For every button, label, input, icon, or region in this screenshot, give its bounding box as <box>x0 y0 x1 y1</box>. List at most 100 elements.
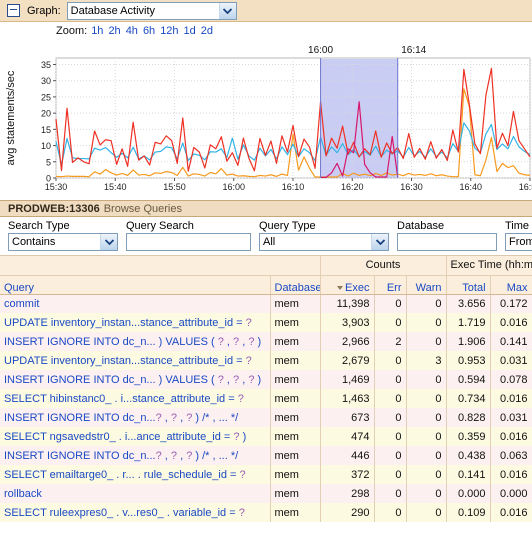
cell-exec: 474 <box>320 427 375 446</box>
zoom-link-2h[interactable]: 2h <box>108 25 120 37</box>
filter-field-2: Query Type All <box>259 220 389 251</box>
cell-query[interactable]: INSERT IGNORE INTO dc_n... ) VALUES ( ? … <box>0 332 271 351</box>
table-row[interactable]: SELECT ngsavedstr0_ . i...ance_attribute… <box>0 427 532 446</box>
zoom-link-6h[interactable]: 6h <box>143 25 155 37</box>
cell-max: 0.016 <box>490 503 532 522</box>
x-tick-label: 15:30 <box>45 182 68 192</box>
column-header-label: Warn <box>415 281 442 294</box>
y-tick-label: 25 <box>41 92 51 102</box>
column-header-database[interactable]: Database <box>270 275 321 295</box>
table-row[interactable]: UPDATE inventory_instan...stance_attribu… <box>0 313 532 332</box>
cell-database: mem <box>270 484 321 503</box>
cell-max: 0.172 <box>490 294 532 313</box>
cell-query[interactable]: INSERT IGNORE INTO dc_n... ) VALUES ( ? … <box>0 370 271 389</box>
x-tick-label: 16:30 <box>400 182 423 192</box>
table-row[interactable]: INSERT IGNORE INTO dc_n...? , ? , ? ) /*… <box>0 408 532 427</box>
cell-warn: 0 <box>406 465 447 484</box>
zoom-link-1h[interactable]: 1h <box>91 25 103 37</box>
table-row[interactable]: INSERT IGNORE INTO dc_n... ) VALUES ( ? … <box>0 332 532 351</box>
filter-field-3: Database <box>397 220 497 251</box>
cell-exec: 673 <box>320 408 375 427</box>
database-input-label: Database <box>397 220 445 232</box>
table-row[interactable]: INSERT IGNORE INTO dc_n... ) VALUES ( ? … <box>0 370 532 389</box>
collapse-panel-icon[interactable] <box>7 4 20 17</box>
cell-query[interactable]: UPDATE inventory_instan...stance_attribu… <box>0 313 271 332</box>
column-header-label: Err <box>386 281 402 294</box>
cell-err: 0 <box>374 351 407 370</box>
cell-query[interactable]: SELECT emailtarge0_ . r... . rule_schedu… <box>0 465 271 484</box>
table-row[interactable]: commit mem 11,398 0 0 3.656 0.172 <box>0 294 532 313</box>
zoom-link-2d[interactable]: 2d <box>201 25 213 37</box>
x-tick-label: 16:40 <box>459 182 482 192</box>
cell-query[interactable]: UPDATE inventory_instan...stance_attribu… <box>0 351 271 370</box>
cell-total: 0.953 <box>446 351 491 370</box>
y-tick-label: 15 <box>41 125 51 135</box>
zoom-link-4h[interactable]: 4h <box>126 25 138 37</box>
cell-database: mem <box>270 427 321 446</box>
query-type-select[interactable]: All <box>259 233 389 251</box>
cell-err: 0 <box>374 465 407 484</box>
cell-warn: 0 <box>406 427 447 446</box>
column-header-label: Exec <box>345 281 370 294</box>
graph-label: Graph: <box>27 4 61 17</box>
cell-query[interactable]: SELECT hibinstanc0_ . i...stance_attribu… <box>0 389 271 408</box>
cell-query[interactable]: SELECT ruleexpres0_ . v...res0_ . variab… <box>0 503 271 522</box>
time-display-select-label: Time Display <box>505 220 532 232</box>
cell-max: 0.063 <box>490 446 532 465</box>
y-tick-label: 10 <box>41 141 51 151</box>
x-tick-label: 15:50 <box>163 182 186 192</box>
cell-database: mem <box>270 446 321 465</box>
activity-chart[interactable]: 0 5 10 15 20 25 30 35 avg statements/sec 15:30 15:… <box>0 40 532 200</box>
cell-warn: 0 <box>406 294 447 313</box>
table-row[interactable]: SELECT ruleexpres0_ . v...res0_ . variab… <box>0 503 532 522</box>
column-header-exec[interactable]: Exec <box>320 275 375 295</box>
cell-warn: 3 <box>406 351 447 370</box>
cell-database: mem <box>270 313 321 332</box>
cell-max: 0.031 <box>490 351 532 370</box>
cell-exec: 446 <box>320 446 375 465</box>
column-header-warn[interactable]: Warn <box>406 275 447 295</box>
cell-query[interactable]: INSERT IGNORE INTO dc_n...? , ? , ? ) /*… <box>0 408 271 427</box>
cell-total: 0.109 <box>446 503 491 522</box>
query-search-input[interactable] <box>126 233 251 251</box>
cell-query[interactable]: INSERT IGNORE INTO dc_n...? , ? , ? ) /*… <box>0 446 271 465</box>
zoom-link-12h[interactable]: 12h <box>160 25 178 37</box>
column-header-query[interactable]: Query <box>0 275 271 295</box>
cell-exec: 290 <box>320 503 375 522</box>
query-search-input-label: Query Search <box>126 220 194 232</box>
cell-database: mem <box>270 294 321 313</box>
time-display-select[interactable]: From / To <box>505 233 532 251</box>
graph-toolbar: Graph: Database Activity <box>0 0 532 22</box>
cell-total: 0.000 <box>446 484 491 503</box>
database-input[interactable] <box>397 233 497 251</box>
cell-max: 0.031 <box>490 408 532 427</box>
chart-selection-band[interactable] <box>320 59 398 178</box>
table-row[interactable]: SELECT emailtarge0_ . r... . rule_schedu… <box>0 465 532 484</box>
selection-time-label: 16:00 <box>308 45 333 56</box>
cell-err: 2 <box>374 332 407 351</box>
cell-database: mem <box>270 408 321 427</box>
chart-canvas[interactable]: 05101520253035avg statements/sec15:30 15:… <box>0 40 532 200</box>
cell-query[interactable]: rollback <box>0 484 271 503</box>
column-header-max[interactable]: Max <box>490 275 532 295</box>
column-header-total[interactable]: Total <box>446 275 491 295</box>
table-row[interactable]: rollback mem 298 0 0 0.000 0.000 <box>0 484 532 503</box>
table-row[interactable]: INSERT IGNORE INTO dc_n...? , ? , ? ) /*… <box>0 446 532 465</box>
cell-max: 0.016 <box>490 427 532 446</box>
column-header-label: Max <box>506 281 528 294</box>
cell-query[interactable]: commit <box>0 294 271 313</box>
cell-query[interactable]: SELECT ngsavedstr0_ . i...ance_attribute… <box>0 427 271 446</box>
table-row[interactable]: SELECT hibinstanc0_ . i...stance_attribu… <box>0 389 532 408</box>
query-type-select-label: Query Type <box>259 220 316 232</box>
table-row[interactable]: UPDATE inventory_instan...stance_attribu… <box>0 351 532 370</box>
time-display-select-wrap: From / To <box>505 233 532 251</box>
graph-select[interactable]: Database Activity <box>66 1 237 20</box>
query-type-select-wrap: All <box>259 233 389 251</box>
search-type-select[interactable]: Contains <box>8 233 118 251</box>
zoom-link-1d[interactable]: 1d <box>184 25 196 37</box>
cell-database: mem <box>270 351 321 370</box>
column-header-err[interactable]: Err <box>374 275 407 295</box>
zoom-links: 1h 2h 4h 6h 12h 1d 2d <box>91 25 218 37</box>
cell-exec: 1,469 <box>320 370 375 389</box>
y-tick-label: 20 <box>41 109 51 119</box>
